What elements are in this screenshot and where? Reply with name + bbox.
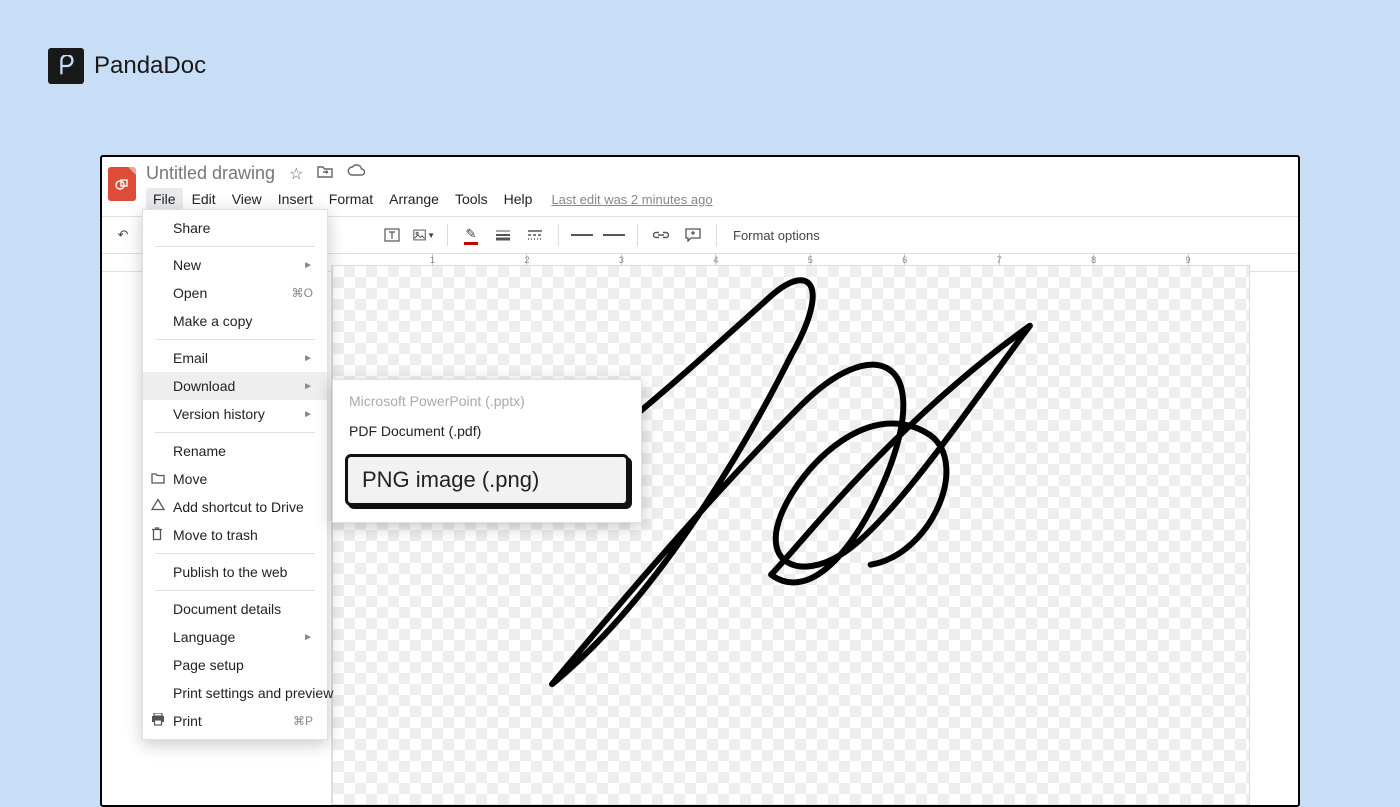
file-print[interactable]: Print⌘P [143,707,327,735]
file-language[interactable]: Language► [143,623,327,651]
file-make-copy[interactable]: Make a copy [143,307,327,335]
file-rename[interactable]: Rename [143,437,327,465]
brand-name: PandaDoc [94,52,206,80]
text-color-icon[interactable]: ✎ [460,224,482,246]
doc-header: Untitled drawing ☆ File Edit View Insert… [102,157,1298,210]
drawings-app-icon[interactable] [108,167,136,201]
folder-move-icon [151,471,165,487]
download-submenu: Microsoft PowerPoint (.pptx) PDF Documen… [332,379,642,523]
line-dash-icon[interactable] [524,224,546,246]
textbox-icon[interactable] [381,224,403,246]
file-move-trash[interactable]: Move to trash [143,521,327,549]
menu-arrange[interactable]: Arrange [382,188,446,210]
ruler-mark: 9 [1186,255,1191,265]
menu-help[interactable]: Help [497,188,540,210]
menu-view[interactable]: View [225,188,269,210]
file-new[interactable]: New► [143,251,327,279]
ruler-mark: 3 [619,255,624,265]
brand-header: PandaDoc [48,48,206,84]
move-folder-icon[interactable] [317,164,333,183]
insert-comment-icon[interactable] [682,224,704,246]
google-drawings-window: Untitled drawing ☆ File Edit View Insert… [100,155,1300,807]
file-menu-dropdown: Share New► Open⌘O Make a copy Email► Dow… [142,209,328,740]
file-download[interactable]: Download► [143,372,327,400]
menu-file[interactable]: File [146,188,183,210]
insert-link-icon[interactable] [650,224,672,246]
drawing-canvas[interactable] [332,265,1250,805]
ruler-mark: 7 [997,255,1002,265]
ruler-mark: 1 [430,255,435,265]
download-pdf[interactable]: PDF Document (.pdf) [333,416,641,446]
file-page-setup[interactable]: Page setup [143,651,327,679]
menu-tools[interactable]: Tools [448,188,495,210]
ruler-mark: 5 [808,255,813,265]
file-open[interactable]: Open⌘O [143,279,327,307]
menu-insert[interactable]: Insert [271,188,320,210]
image-icon[interactable]: ▼ [413,224,435,246]
drive-shortcut-icon [151,499,165,516]
menubar: File Edit View Insert Format Arrange Too… [146,188,1288,210]
file-doc-details[interactable]: Document details [143,595,327,623]
file-publish-web[interactable]: Publish to the web [143,558,327,586]
format-options-button[interactable]: Format options [733,228,820,243]
trash-icon [151,527,163,544]
cloud-status-icon[interactable] [347,164,365,183]
doc-title[interactable]: Untitled drawing [146,163,275,184]
download-pptx[interactable]: Microsoft PowerPoint (.pptx) [333,386,641,416]
line-start-icon[interactable] [571,224,593,246]
print-icon [151,713,165,729]
star-icon[interactable]: ☆ [289,164,303,184]
file-email[interactable]: Email► [143,344,327,372]
file-move[interactable]: Move [143,465,327,493]
signature-scribble [333,266,1249,804]
menu-format[interactable]: Format [322,188,380,210]
download-png-highlighted[interactable]: PNG image (.png) [345,454,629,506]
file-share[interactable]: Share [143,214,327,242]
menu-edit[interactable]: Edit [185,188,223,210]
ruler-mark: 8 [1091,255,1096,265]
line-end-icon[interactable] [603,224,625,246]
file-version-history[interactable]: Version history► [143,400,327,428]
ruler-mark: 4 [713,255,718,265]
last-edit-link[interactable]: Last edit was 2 minutes ago [551,192,712,207]
line-weight-icon[interactable] [492,224,514,246]
pandadoc-logo-icon [48,48,84,84]
ruler-mark: 6 [902,255,907,265]
ruler-mark: 2 [524,255,529,265]
undo-icon[interactable]: ↶ [112,224,134,246]
file-print-settings[interactable]: Print settings and preview [143,679,327,707]
file-add-shortcut[interactable]: Add shortcut to Drive [143,493,327,521]
